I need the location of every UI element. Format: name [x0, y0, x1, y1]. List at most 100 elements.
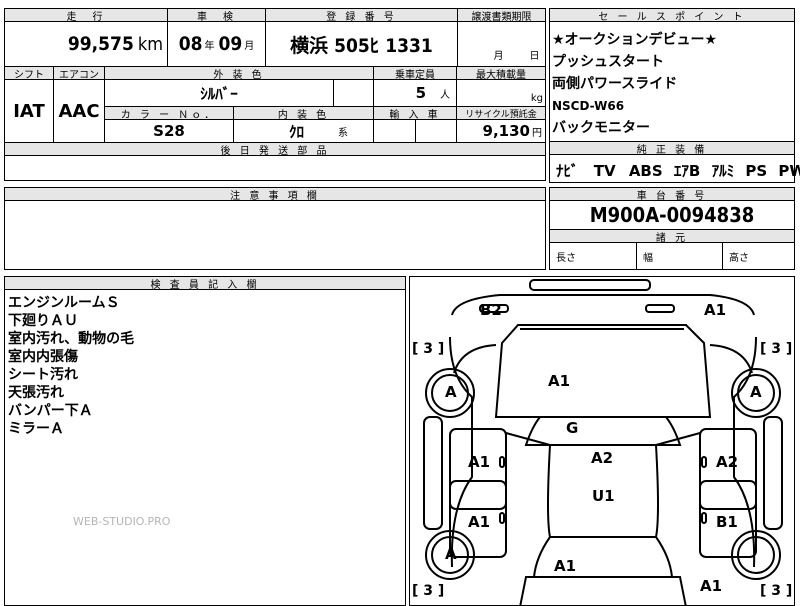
- parts-cell: [4, 155, 546, 181]
- ac-header: エアコン: [53, 66, 105, 80]
- sales-point-line: バックモニター: [552, 120, 650, 136]
- inspection-month-unit: 月: [244, 40, 255, 52]
- inspector-note: 下廻りＡＵ: [8, 313, 78, 329]
- mileage-header: 走 行: [4, 8, 168, 22]
- tread-fr: [ 3 ]: [760, 341, 793, 357]
- equipment-item: ｴｱB: [673, 162, 701, 180]
- sales-point-line: ★オークションデビュー★: [552, 32, 718, 48]
- registration-value: 横浜 505ﾋ 1331: [290, 34, 433, 57]
- exterior-color-header: 外 装 色: [104, 66, 374, 80]
- mark-hood: A1: [548, 372, 571, 390]
- notes-header: 注 意 事 項 欄: [4, 187, 546, 201]
- inspection-year-unit: 年: [204, 40, 215, 52]
- tread-rr: [ 3 ]: [760, 583, 793, 599]
- capacity-unit: 人: [440, 89, 450, 101]
- registration-header: 登 録 番 号: [265, 8, 458, 22]
- interior-color-unit: 系: [338, 127, 348, 139]
- sales-points-header: セ ー ル ス ポ イ ン ト: [549, 8, 795, 22]
- exterior-color-cell: ｼﾙﾊﾞｰ: [104, 79, 334, 107]
- front-grille-shape: [529, 279, 651, 291]
- equipment-panel: 純 正 装 備 ﾅﾋﾞ TV ABS ｴｱB ｱﾙﾐ PS PW: [549, 141, 800, 183]
- sales-points-list: ★オークションデビュー★ プッシュスタート 両側パワースライド NSCD-W66…: [552, 29, 717, 139]
- capacity-cell: 5 人: [373, 79, 457, 107]
- inspection-cell: 08 年 09 月: [167, 21, 266, 67]
- inspector-note: ミラーＡ: [8, 421, 64, 437]
- max-load-cell: kg: [456, 79, 546, 107]
- mileage-value: 99,575: [67, 33, 134, 55]
- dimensions-header: 諸 元: [549, 229, 795, 243]
- mark-left-front-door: A1: [468, 453, 491, 471]
- mileage-unit: km: [137, 33, 163, 55]
- mark-front-right: A1: [704, 301, 727, 319]
- hood-shape: [494, 324, 712, 418]
- height-cell: 高さ: [722, 242, 795, 270]
- transfer-day-unit: 日: [529, 51, 540, 62]
- inspector-note: 室内汚れ、動物の毛: [8, 331, 135, 347]
- capacity-value: 5: [415, 84, 426, 102]
- transfer-deadline-cell: 月 日: [457, 21, 546, 67]
- inspector-note: バンパー下Ａ: [8, 403, 93, 419]
- mark-right-front-door: A2: [716, 453, 739, 471]
- mileage-cell: 99,575 km: [4, 21, 168, 67]
- shift-cell: IAT: [4, 79, 54, 143]
- exterior-color-aux-cell: [333, 79, 374, 107]
- interior-color-cell: ｸﾛ 系: [233, 119, 374, 143]
- recycle-value: 9,130: [482, 122, 530, 140]
- shift-header: シフト: [4, 66, 54, 80]
- tread-rl: [ 3 ]: [412, 583, 445, 599]
- mark-rear-panel: A1: [554, 557, 577, 575]
- height-label: 高さ: [729, 252, 749, 264]
- chassis-number: M900A-0094838: [589, 202, 755, 227]
- equipment-item: PS: [745, 162, 768, 180]
- color-no-header: カ ラ ー Ｎｏ．: [104, 106, 234, 120]
- import-header: 輸 入 車: [373, 106, 457, 120]
- recycle-unit: 円: [532, 127, 542, 139]
- rear-panel-shape: [519, 576, 687, 605]
- width-label: 幅: [643, 252, 653, 264]
- transfer-month-unit: 月: [493, 51, 504, 62]
- mark-windshield: G: [566, 419, 579, 437]
- equipment-header: 純 正 装 備: [549, 141, 795, 155]
- inspector-note: 室内内張傷: [8, 349, 78, 365]
- inspector-note: 天張汚れ: [8, 385, 64, 401]
- length-cell: 長さ: [549, 242, 637, 270]
- tread-fl: [ 3 ]: [412, 341, 445, 357]
- equipment-item: ABS: [628, 162, 663, 180]
- inspection-header: 車 検: [167, 8, 266, 22]
- mark-roof: A2: [591, 449, 614, 467]
- length-label: 長さ: [556, 252, 576, 264]
- mark-rear-right: A1: [700, 577, 723, 595]
- interior-color-header: 内 装 色: [233, 106, 374, 120]
- chassis-number-cell: M900A-0094838: [549, 200, 795, 230]
- equipment-item: PW: [778, 162, 800, 180]
- sales-point-line: プッシュスタート: [552, 54, 664, 70]
- color-no-cell: S28: [104, 119, 234, 143]
- watermark: WEB-STUDIO.PRO: [73, 515, 171, 528]
- color-no-value: S28: [153, 122, 185, 140]
- vehicle-info-table: 走 行 車 検 登 録 番 号 譲渡書類期限 99,575 km 08 年 09…: [4, 8, 546, 182]
- equipment-item: ｱﾙﾐ: [711, 162, 735, 180]
- sales-point-line: 両側パワースライド: [552, 76, 678, 92]
- inspector-note: エンジンルームＳ: [8, 295, 120, 311]
- mark-right-rear-door: B1: [716, 513, 738, 531]
- interior-color-value: ｸﾛ: [288, 122, 304, 141]
- import-cell-b: [415, 119, 457, 143]
- inspector-note: シート汚れ: [8, 367, 78, 383]
- recycle-cell: 9,130 円: [456, 119, 546, 143]
- transfer-deadline-header: 譲渡書類期限: [457, 8, 546, 22]
- inspector-notes-list: エンジンルームＳ 下廻りＡＵ 室内汚れ、動物の毛 室内内張傷 シート汚れ 天張汚…: [8, 294, 134, 438]
- car-outline-svg: [423, 279, 783, 605]
- registration-cell: 横浜 505ﾋ 1331: [265, 21, 458, 67]
- windshield-shape: [524, 416, 682, 446]
- inspector-panel: 検 査 員 記 入 欄 エンジンルームＳ 下廻りＡＵ 室内汚れ、動物の毛 室内内…: [4, 276, 406, 606]
- ac-cell: AAC: [53, 79, 105, 143]
- parts-header: 後 日 発 送 部 品: [4, 142, 546, 156]
- headlight-right-shape: [645, 304, 675, 313]
- capacity-header: 乗車定員: [373, 66, 457, 80]
- mark-wheel-fr: A: [750, 383, 762, 401]
- notes-panel: 注 意 事 項 欄: [4, 187, 546, 270]
- inspector-header: 検 査 員 記 入 欄: [4, 276, 406, 290]
- right-sill-shape: [763, 416, 783, 530]
- left-sill-shape: [423, 416, 443, 530]
- mark-left-rear-door: A1: [468, 513, 491, 531]
